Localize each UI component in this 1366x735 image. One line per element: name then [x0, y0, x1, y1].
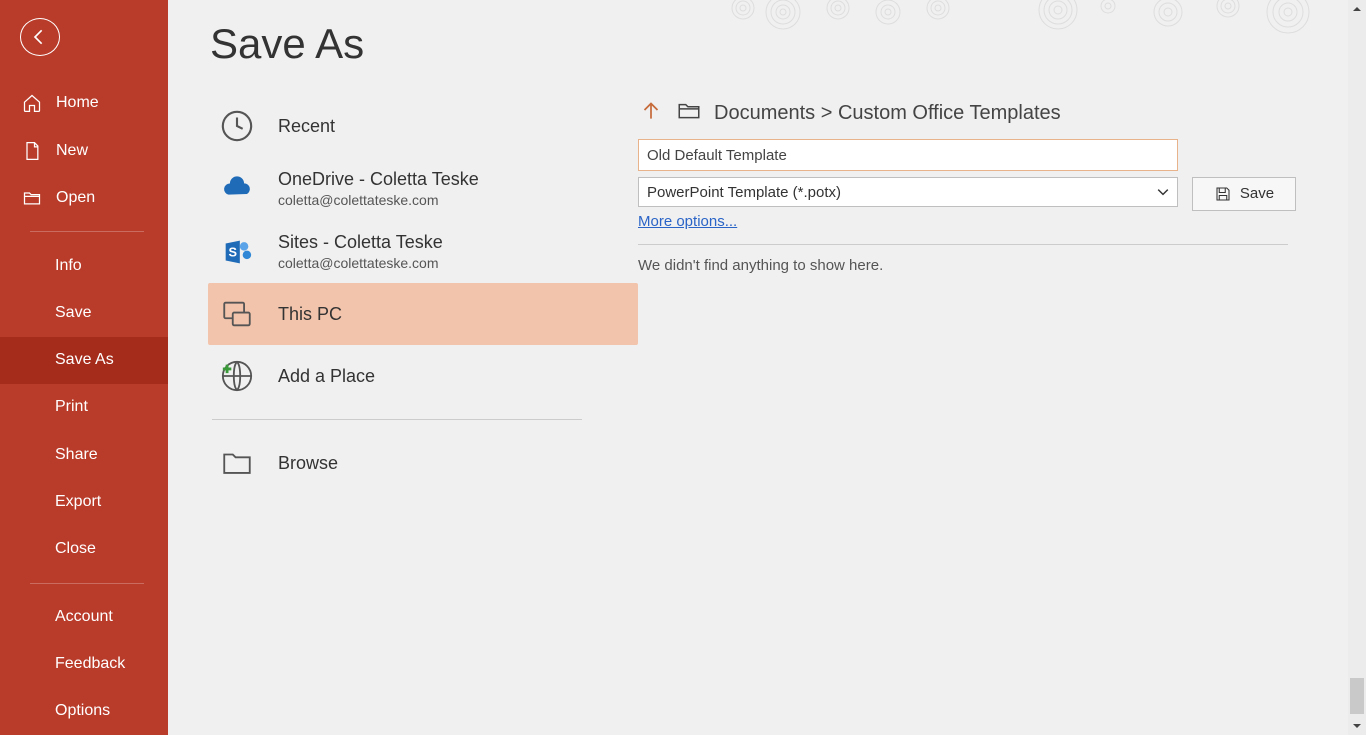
add-place-icon — [218, 357, 256, 395]
scroll-down-arrow[interactable] — [1348, 717, 1366, 735]
sidebar-item-print[interactable]: Print — [0, 384, 168, 431]
scroll-up-arrow[interactable] — [1348, 0, 1366, 18]
home-icon — [22, 93, 42, 113]
sidebar-label: Feedback — [55, 655, 125, 673]
folder-icon — [218, 444, 256, 482]
new-icon — [22, 141, 42, 161]
save-icon — [1214, 185, 1232, 203]
file-list-area: We didn't find anything to show here. — [638, 244, 1288, 274]
sidebar-label: Share — [55, 446, 98, 464]
divider — [212, 419, 582, 420]
more-options-link[interactable]: More options... — [638, 213, 1178, 230]
location-label: OneDrive - Coletta Teske — [278, 169, 479, 190]
sidebar-item-close[interactable]: Close — [0, 525, 168, 572]
scroll-thumb[interactable] — [1350, 678, 1364, 714]
sidebar-label: Open — [56, 189, 95, 207]
sidebar-item-feedback[interactable]: Feedback — [0, 641, 168, 688]
save-button-label: Save — [1240, 185, 1274, 202]
chevron-down-icon — [1157, 186, 1169, 198]
backstage-sidebar: Home New Open Info Save Save As Print Sh… — [0, 0, 168, 735]
up-folder-button[interactable] — [638, 97, 664, 129]
location-label: Browse — [278, 453, 338, 474]
divider — [30, 231, 144, 232]
page-title: Save As — [210, 20, 364, 68]
sidebar-item-account[interactable]: Account — [0, 594, 168, 641]
location-sublabel: coletta@colettateske.com — [278, 192, 479, 208]
svg-text:S: S — [229, 244, 238, 259]
sidebar-label: Account — [55, 608, 113, 626]
location-sublabel: coletta@colettateske.com — [278, 255, 443, 271]
location-sites[interactable]: S Sites - Coletta Teske coletta@colettat… — [208, 220, 638, 283]
sidebar-item-save[interactable]: Save — [0, 290, 168, 337]
sidebar-item-home[interactable]: Home — [0, 80, 168, 127]
open-icon — [22, 188, 42, 208]
location-label: Sites - Coletta Teske — [278, 232, 443, 253]
thispc-icon — [218, 295, 256, 333]
decorative-swirls — [728, 0, 1348, 39]
back-button[interactable] — [20, 18, 60, 56]
sidebar-label: Info — [55, 257, 82, 275]
location-label: Recent — [278, 116, 335, 137]
main-panel: Save As — [168, 0, 1366, 735]
sidebar-label: Export — [55, 493, 101, 511]
folder-open-icon — [676, 97, 702, 129]
sidebar-item-share[interactable]: Share — [0, 431, 168, 478]
save-button[interactable]: Save — [1192, 177, 1296, 211]
location-onedrive[interactable]: OneDrive - Coletta Teske coletta@coletta… — [208, 157, 638, 220]
sidebar-label: Print — [55, 398, 88, 416]
filename-input[interactable] — [638, 139, 1178, 171]
location-thispc[interactable]: This PC — [208, 283, 638, 345]
location-label: This PC — [278, 304, 342, 325]
filetype-select[interactable]: PowerPoint Template (*.potx) — [638, 177, 1178, 207]
sharepoint-icon: S — [218, 233, 256, 271]
sidebar-item-open[interactable]: Open — [0, 174, 168, 221]
divider — [30, 583, 144, 584]
arrow-left-icon — [30, 27, 50, 47]
sidebar-item-saveas[interactable]: Save As — [0, 337, 168, 384]
sidebar-label: Home — [56, 94, 99, 112]
save-locations-list: Recent OneDrive - Coletta Teske coletta@… — [208, 95, 638, 735]
sidebar-item-export[interactable]: Export — [0, 478, 168, 525]
empty-message: We didn't find anything to show here. — [638, 257, 883, 274]
sidebar-item-new[interactable]: New — [0, 127, 168, 174]
location-addplace[interactable]: Add a Place — [208, 345, 638, 407]
save-panel: Documents > Custom Office Templates Powe… — [638, 95, 1366, 735]
sidebar-item-options[interactable]: Options — [0, 688, 168, 735]
onedrive-icon — [218, 170, 256, 208]
breadcrumb-path[interactable]: Documents > Custom Office Templates — [714, 102, 1061, 125]
clock-icon — [218, 107, 256, 145]
location-recent[interactable]: Recent — [208, 95, 638, 157]
breadcrumb: Documents > Custom Office Templates — [638, 95, 1296, 131]
location-browse[interactable]: Browse — [208, 432, 638, 494]
vertical-scrollbar[interactable] — [1348, 0, 1366, 735]
filetype-selected: PowerPoint Template (*.potx) — [647, 184, 841, 201]
sidebar-label: Options — [55, 702, 110, 720]
sidebar-item-info[interactable]: Info — [0, 242, 168, 289]
sidebar-label: Save As — [55, 351, 114, 369]
location-label: Add a Place — [278, 366, 375, 387]
sidebar-label: New — [56, 142, 88, 160]
sidebar-label: Close — [55, 540, 96, 558]
sidebar-label: Save — [55, 304, 91, 322]
